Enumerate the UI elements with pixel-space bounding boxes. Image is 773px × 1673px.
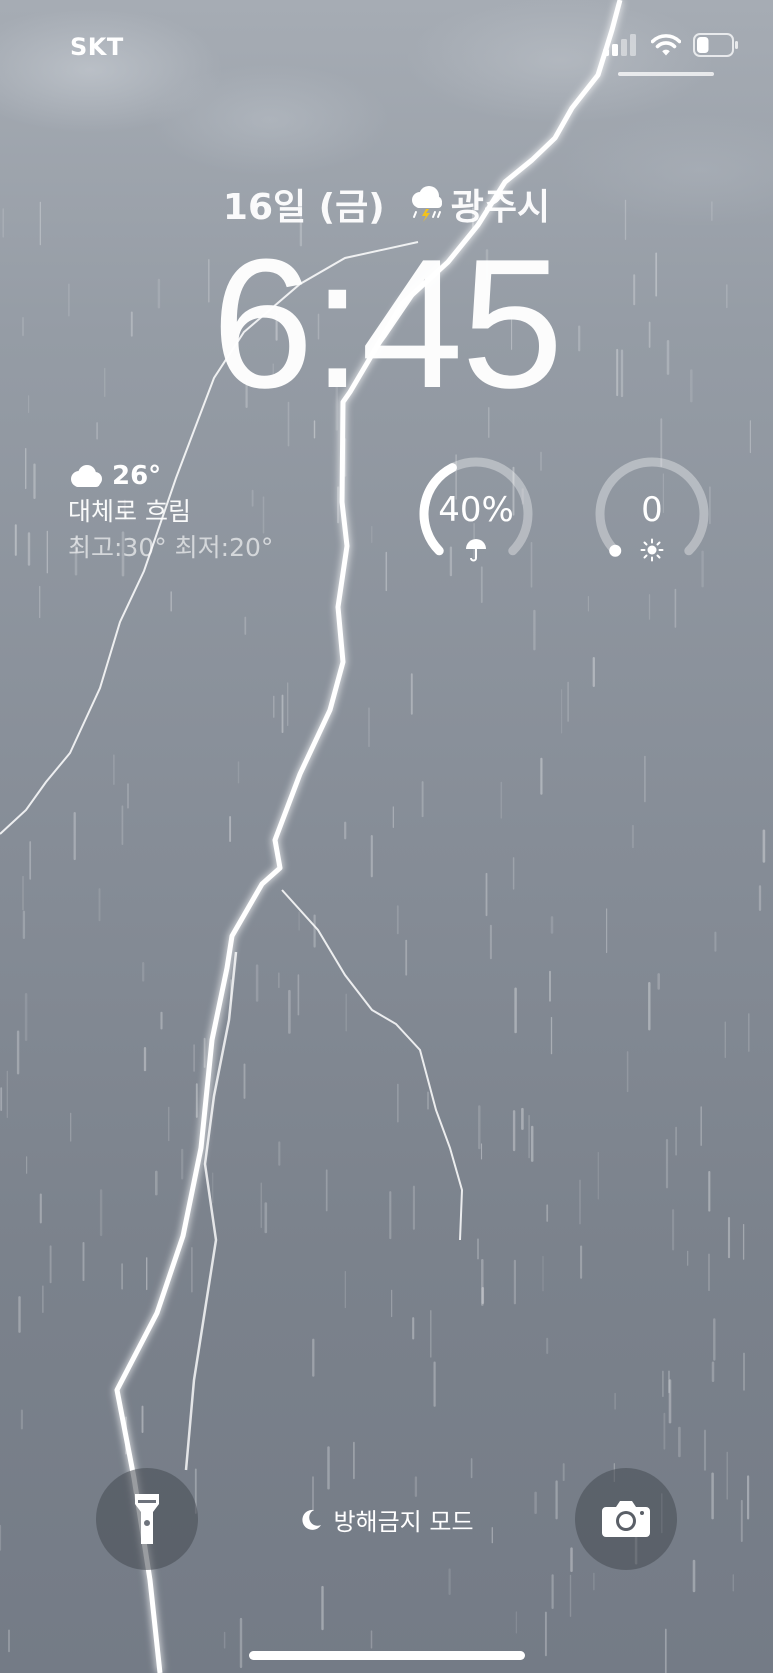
home-indicator[interactable] [249,1651,525,1660]
camera-button[interactable] [575,1468,677,1570]
cellular-signal-icon [603,34,636,56]
battery-icon [693,33,738,57]
umbrella-icon [466,539,486,562]
moon-icon [302,1509,322,1530]
rain-chance-value: 40% [438,490,514,530]
thunderstorm-icon [411,186,442,222]
uv-index-value: 0 [641,490,663,530]
carrier-name: SKT [70,33,124,61]
status-icons [603,33,739,57]
sun-icon [640,538,664,562]
rain-chance-widget[interactable]: 40% [418,456,534,572]
cloud-icon [71,465,102,487]
lock-time: 6:45 [211,220,563,426]
weather-widget[interactable]: 26° 대체로 흐림 최고:30° 최저:20° [68,458,273,566]
focus-mode-label: 방해금지 모드 [333,1508,474,1536]
lock-screen: SKT 16일 (금) 광주시 6:45 26° 대체로 흐림 최고:30° 최… [0,0,773,1673]
uv-index-widget[interactable]: 0 [594,456,710,572]
wifi-icon [651,34,681,56]
control-center-grabber[interactable] [618,72,714,76]
weather-condition: 대체로 흐림 [68,497,191,526]
current-temperature: 26° [112,461,162,491]
camera-icon [602,1501,650,1537]
high-low-temperature: 최고:30° 최저:20° [68,533,274,562]
